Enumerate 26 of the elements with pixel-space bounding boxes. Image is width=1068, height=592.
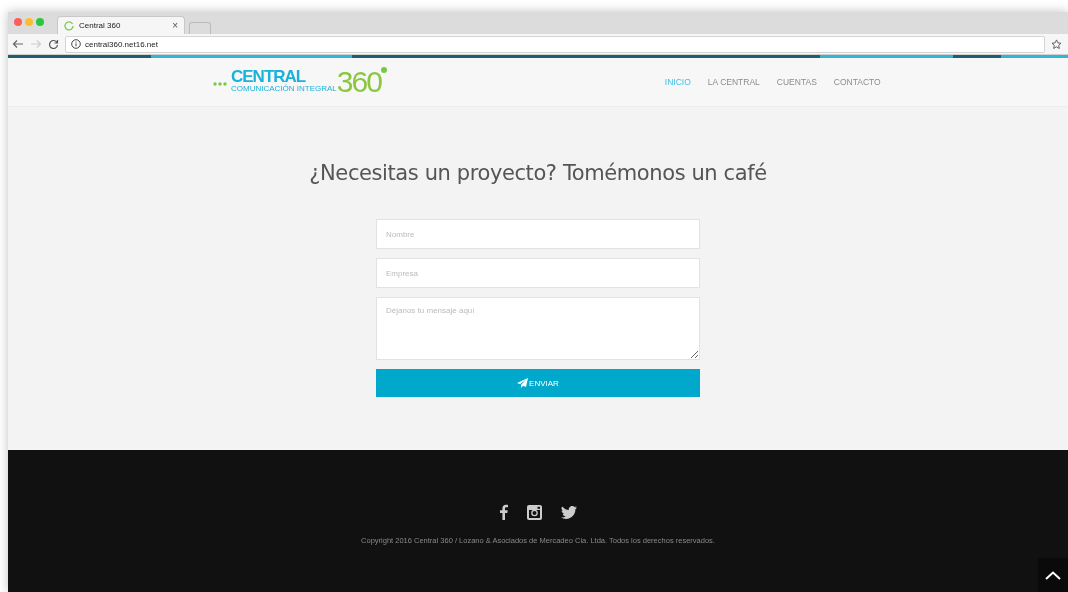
bookmark-star-icon[interactable] [1051,38,1062,50]
instagram-icon[interactable] [527,504,542,520]
loading-icon [64,20,74,31]
address-bar[interactable]: central360.net16.net [65,35,1045,53]
nav-link[interactable]: CONTACTO [833,77,881,87]
browser-tab[interactable]: Central 360 × [57,16,185,34]
info-icon [71,39,81,49]
chevron-up-icon [1045,570,1061,580]
nav-link[interactable]: INICIO [664,77,691,87]
send-button[interactable]: ENVIAR [376,369,700,397]
close-tab-button[interactable]: × [172,20,178,31]
ring-dot-icon [380,67,387,73]
paper-plane-icon [517,378,529,388]
back-to-top-button[interactable] [1038,558,1068,592]
page-heading: ¿Necesitas un proyecto? Tomémonos un café [309,161,767,185]
tab-title: Central 360 [79,21,122,30]
nav-link[interactable]: LA CENTRAL [707,77,760,87]
reload-icon[interactable] [48,38,59,50]
twitter-bird-icon[interactable] [561,505,577,519]
input-field[interactable]: Nombre [376,219,700,249]
dots-icon [213,82,229,86]
message-field[interactable]: Déjanos tu mensaje aquí [376,297,700,360]
nav-link[interactable]: CUENTAS [776,77,817,87]
facebook-icon[interactable] [499,504,508,520]
back-icon[interactable] [12,39,24,49]
input-field[interactable]: Empresa [376,258,700,288]
